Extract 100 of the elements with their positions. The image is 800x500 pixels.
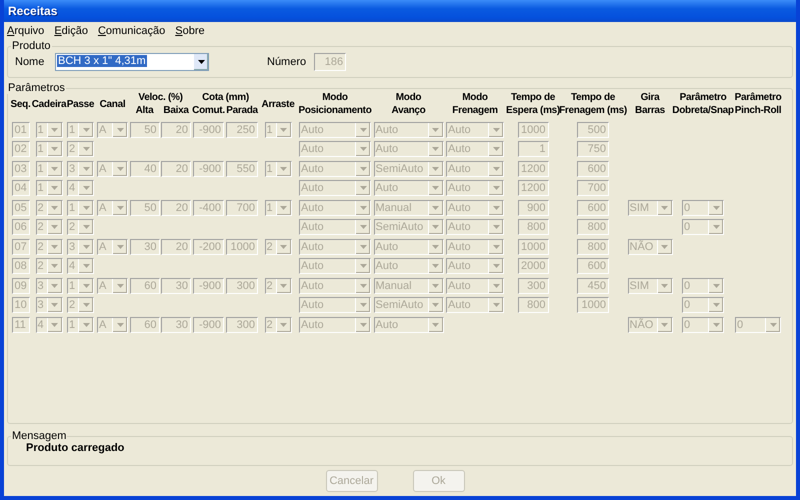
caret-icon bbox=[432, 128, 439, 132]
caret-icon bbox=[280, 284, 287, 288]
column-header: Modo Posicionamento bbox=[298, 91, 372, 117]
column-header: Tempo de Espera (ms) bbox=[506, 91, 560, 117]
caret-icon bbox=[360, 284, 366, 288]
caret-icon bbox=[51, 244, 58, 249]
caret-icon bbox=[51, 166, 58, 171]
caret-icon bbox=[661, 244, 668, 249]
column-header: Alta bbox=[136, 105, 154, 116]
column-group-header: Veloc. (%) bbox=[138, 92, 183, 103]
product-dropdown[interactable]: BCH 3 x 1" 4,31m bbox=[55, 53, 209, 71]
column-header: Modo Avanço bbox=[392, 91, 426, 117]
caret-icon bbox=[661, 206, 668, 210]
caret-icon bbox=[432, 225, 439, 230]
caret-icon bbox=[432, 186, 439, 190]
caret-icon bbox=[360, 225, 366, 230]
caret-icon bbox=[82, 147, 90, 152]
caret-icon bbox=[492, 303, 500, 308]
menu-item[interactable]: Arquivo bbox=[6, 25, 46, 37]
caret-icon bbox=[432, 244, 439, 249]
caret-icon bbox=[360, 244, 366, 249]
caret-icon bbox=[360, 264, 366, 268]
caret-icon bbox=[492, 186, 500, 190]
column-header: Baixa bbox=[163, 105, 189, 116]
group-label: Mensagem bbox=[11, 430, 68, 442]
caret-icon bbox=[712, 322, 720, 327]
caret-icon bbox=[51, 284, 58, 288]
column-header: Arraste bbox=[262, 98, 294, 110]
caret-icon bbox=[82, 322, 90, 327]
caret-icon bbox=[51, 206, 58, 210]
caret-icon bbox=[432, 264, 439, 268]
caret-icon bbox=[51, 264, 58, 268]
caret-icon bbox=[51, 186, 58, 190]
caret-icon bbox=[198, 60, 204, 64]
caret-icon bbox=[360, 322, 366, 327]
column-header: Cadeira bbox=[32, 98, 66, 110]
caret-icon bbox=[82, 206, 90, 210]
column-header: Tempo de Frenagem (ms) bbox=[559, 91, 627, 117]
caret-icon bbox=[116, 322, 124, 327]
caret-icon bbox=[116, 244, 124, 249]
menu-item[interactable]: Sobre bbox=[174, 25, 206, 37]
column-header: Seq. bbox=[10, 98, 30, 110]
number-field[interactable]: 186 bbox=[314, 53, 346, 71]
caret-icon bbox=[492, 284, 500, 288]
caret-icon bbox=[712, 303, 720, 308]
caret-icon bbox=[82, 244, 90, 249]
caret-icon bbox=[116, 206, 124, 210]
caret-icon bbox=[360, 206, 366, 210]
caret-icon bbox=[116, 284, 124, 288]
field-label: Número bbox=[267, 56, 306, 68]
caret-icon bbox=[492, 225, 500, 230]
caret-icon bbox=[280, 128, 287, 132]
caret-icon bbox=[116, 128, 124, 132]
caret-icon bbox=[280, 244, 287, 249]
caret-icon bbox=[51, 322, 58, 327]
caret-icon bbox=[360, 303, 366, 308]
caret-icon bbox=[360, 147, 366, 152]
caret-icon bbox=[82, 264, 90, 268]
caret-icon bbox=[82, 186, 90, 190]
window-title: Receitas bbox=[8, 4, 58, 18]
column-header: Canal bbox=[100, 98, 126, 110]
menu-item[interactable]: Edição bbox=[53, 25, 89, 37]
caret-icon bbox=[82, 303, 90, 308]
caret-icon bbox=[51, 128, 58, 132]
menu-item[interactable]: Comunicação bbox=[96, 25, 166, 37]
caret-icon bbox=[432, 206, 439, 210]
caret-icon bbox=[432, 303, 439, 308]
caret-icon bbox=[492, 244, 500, 249]
caret-icon bbox=[770, 322, 776, 327]
caret-icon bbox=[360, 128, 366, 132]
caret-icon bbox=[51, 147, 58, 152]
caret-icon bbox=[82, 166, 90, 171]
column-header: Passe bbox=[66, 98, 94, 110]
caret-icon bbox=[82, 284, 90, 288]
group-label: Parâmetros bbox=[7, 82, 66, 94]
caret-icon bbox=[492, 128, 500, 132]
caret-icon bbox=[432, 284, 439, 288]
caret-icon bbox=[712, 206, 720, 210]
caret-icon bbox=[280, 166, 287, 171]
column-header: Parada bbox=[226, 105, 258, 116]
caret-icon bbox=[661, 284, 668, 288]
status-message: Produto carregado bbox=[26, 442, 124, 454]
caret-icon bbox=[280, 322, 287, 327]
caret-icon bbox=[661, 322, 668, 327]
caret-icon bbox=[712, 284, 720, 288]
caret-icon bbox=[492, 264, 500, 268]
column-header: Gira Barras bbox=[635, 91, 665, 117]
column-header: Parâmetro Pinch-Roll bbox=[734, 91, 782, 117]
caret-icon bbox=[492, 166, 500, 171]
caret-icon bbox=[82, 225, 90, 230]
caret-icon bbox=[492, 147, 500, 152]
caret-icon bbox=[492, 206, 500, 210]
field-label: Nome bbox=[15, 56, 46, 68]
column-group-header: Cota (mm) bbox=[202, 92, 249, 103]
caret-icon bbox=[116, 166, 124, 171]
caret-icon bbox=[360, 186, 366, 190]
column-header: Comut. bbox=[192, 105, 225, 116]
caret-icon bbox=[82, 128, 90, 132]
caret-icon bbox=[432, 322, 439, 327]
caret-icon bbox=[432, 166, 439, 171]
